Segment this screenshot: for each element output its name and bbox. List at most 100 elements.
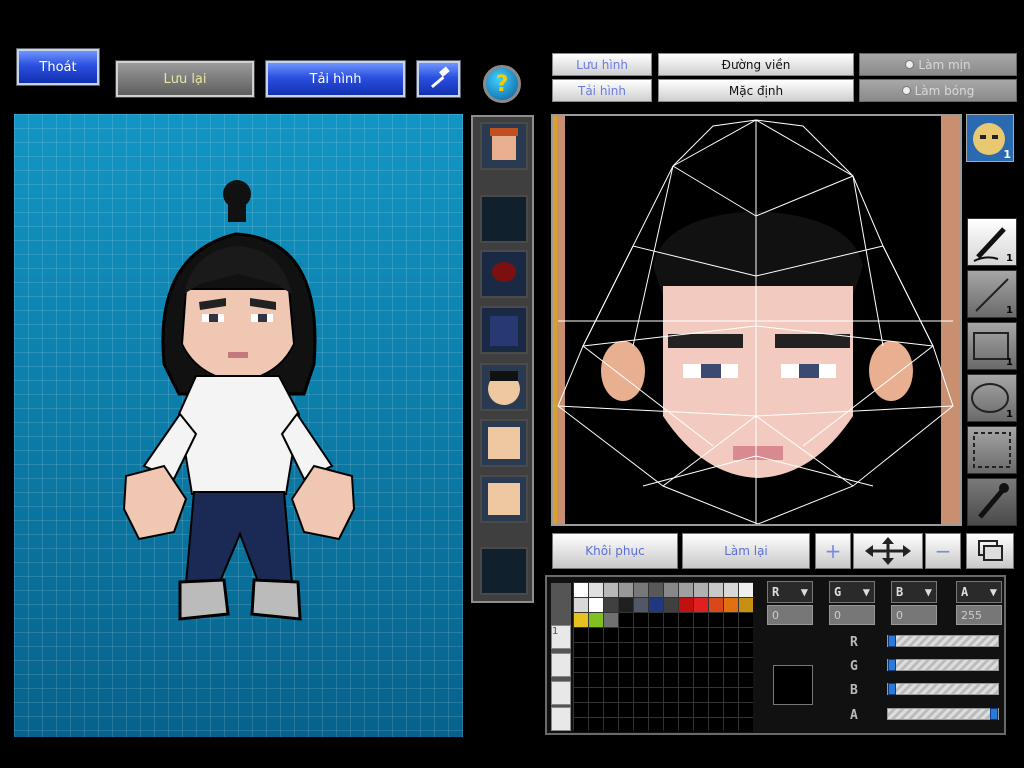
palette-swatch[interactable] [574, 658, 588, 672]
blue-slider-thumb[interactable] [888, 683, 896, 695]
palette-swatch[interactable] [574, 688, 588, 702]
palette-swatch[interactable] [649, 718, 663, 732]
palette-swatch[interactable] [574, 703, 588, 717]
palette-swatch[interactable] [694, 628, 708, 642]
red-channel-dropdown[interactable]: R ▼ [767, 581, 813, 603]
palette-swatch[interactable] [649, 598, 663, 612]
palette-swatch[interactable] [679, 583, 693, 597]
eyedropper-tool[interactable] [967, 478, 1017, 526]
palette-swatch[interactable] [604, 598, 618, 612]
palette-swatch[interactable] [619, 688, 633, 702]
palette-swatch[interactable] [724, 718, 738, 732]
palette-swatch[interactable] [679, 613, 693, 627]
face-badge[interactable]: 1 [966, 114, 1014, 162]
palette-swatch[interactable] [589, 718, 603, 732]
palette-swatch[interactable] [709, 613, 723, 627]
palette-swatch[interactable] [694, 673, 708, 687]
palette-swatch[interactable] [709, 658, 723, 672]
palette-swatch[interactable] [709, 673, 723, 687]
palette-swatch[interactable] [634, 688, 648, 702]
palette-swatch[interactable] [604, 718, 618, 732]
palette-swatch[interactable] [649, 583, 663, 597]
palette-swatch[interactable] [619, 583, 633, 597]
palette-swatch[interactable] [649, 688, 663, 702]
outline-button[interactable]: Đường viền [658, 53, 854, 76]
default-button[interactable]: Mặc định [658, 79, 854, 102]
palette-swatch[interactable] [604, 583, 618, 597]
part-thumb-empty-1[interactable] [480, 195, 528, 243]
palette-swatch[interactable] [574, 643, 588, 657]
palette-swatch[interactable] [604, 658, 618, 672]
palette-swatch[interactable] [589, 658, 603, 672]
palette-swatch[interactable] [619, 673, 633, 687]
hammer-tool-button[interactable] [416, 60, 461, 98]
palette-swatch[interactable] [574, 583, 588, 597]
palette-swatch[interactable] [709, 718, 723, 732]
palette-swatch[interactable] [724, 688, 738, 702]
ellipse-tool[interactable]: 1 [967, 374, 1017, 422]
layer-tab-2[interactable] [551, 653, 571, 677]
palette-swatch[interactable] [589, 703, 603, 717]
palette-swatch[interactable] [739, 643, 753, 657]
palette-swatch[interactable] [739, 673, 753, 687]
blue-slider[interactable] [887, 683, 999, 695]
palette-swatch[interactable] [664, 703, 678, 717]
smooth-option[interactable]: Làm mịn [859, 53, 1017, 76]
gloss-option[interactable]: Làm bóng [859, 79, 1017, 102]
palette-swatch[interactable] [709, 643, 723, 657]
palette-swatch[interactable] [679, 688, 693, 702]
palette-swatch[interactable] [724, 673, 738, 687]
layer-tab-4[interactable] [551, 707, 571, 731]
palette-swatch[interactable] [574, 673, 588, 687]
layer-button[interactable] [966, 533, 1014, 569]
palette-swatch[interactable] [604, 688, 618, 702]
palette-swatch[interactable] [694, 583, 708, 597]
palette-swatch[interactable] [694, 703, 708, 717]
green-slider[interactable] [887, 659, 999, 671]
palette-swatch[interactable] [619, 598, 633, 612]
palette-swatch[interactable] [634, 628, 648, 642]
save-image-button[interactable]: Lưu hình [552, 53, 652, 76]
palette-swatch[interactable] [709, 688, 723, 702]
palette-swatch[interactable] [724, 703, 738, 717]
palette-swatch[interactable] [739, 583, 753, 597]
green-value-field[interactable]: 0 [829, 605, 875, 625]
palette-swatch[interactable] [694, 643, 708, 657]
palette-swatch[interactable] [664, 718, 678, 732]
alpha-slider-thumb[interactable] [990, 708, 998, 720]
palette-swatch[interactable] [664, 598, 678, 612]
palette-swatch[interactable] [709, 583, 723, 597]
palette-swatch[interactable] [724, 628, 738, 642]
palette-swatch[interactable] [679, 703, 693, 717]
palette-swatch[interactable] [649, 673, 663, 687]
part-thumb-face[interactable] [480, 363, 528, 411]
pen-tool[interactable]: 1 [967, 218, 1017, 266]
palette-swatch[interactable] [604, 613, 618, 627]
palette-swatch[interactable] [664, 583, 678, 597]
palette-swatch[interactable] [619, 613, 633, 627]
palette-swatch[interactable] [604, 673, 618, 687]
palette-swatch[interactable] [619, 628, 633, 642]
palette-swatch[interactable] [694, 598, 708, 612]
palette-swatch[interactable] [649, 658, 663, 672]
palette-swatch[interactable] [634, 673, 648, 687]
rectangle-tool[interactable]: 1 [967, 322, 1017, 370]
palette-swatch[interactable] [664, 613, 678, 627]
move-button[interactable] [853, 533, 923, 569]
palette-swatch[interactable] [649, 703, 663, 717]
palette-swatch[interactable] [589, 673, 603, 687]
blue-channel-dropdown[interactable]: B ▼ [891, 581, 937, 603]
palette-swatch[interactable] [709, 598, 723, 612]
palette-swatch[interactable] [694, 658, 708, 672]
palette-swatch[interactable] [589, 628, 603, 642]
part-thumb-body[interactable] [480, 419, 528, 467]
part-thumb-clothes[interactable] [480, 306, 528, 354]
palette-swatch[interactable] [619, 718, 633, 732]
palette-swatch[interactable] [574, 718, 588, 732]
save-button[interactable]: Lưu lại [115, 60, 255, 98]
palette-swatch[interactable] [679, 673, 693, 687]
palette-swatch[interactable] [739, 628, 753, 642]
red-slider-thumb[interactable] [888, 635, 896, 647]
palette-swatch[interactable] [634, 583, 648, 597]
part-thumb-preset-face[interactable] [480, 122, 528, 170]
